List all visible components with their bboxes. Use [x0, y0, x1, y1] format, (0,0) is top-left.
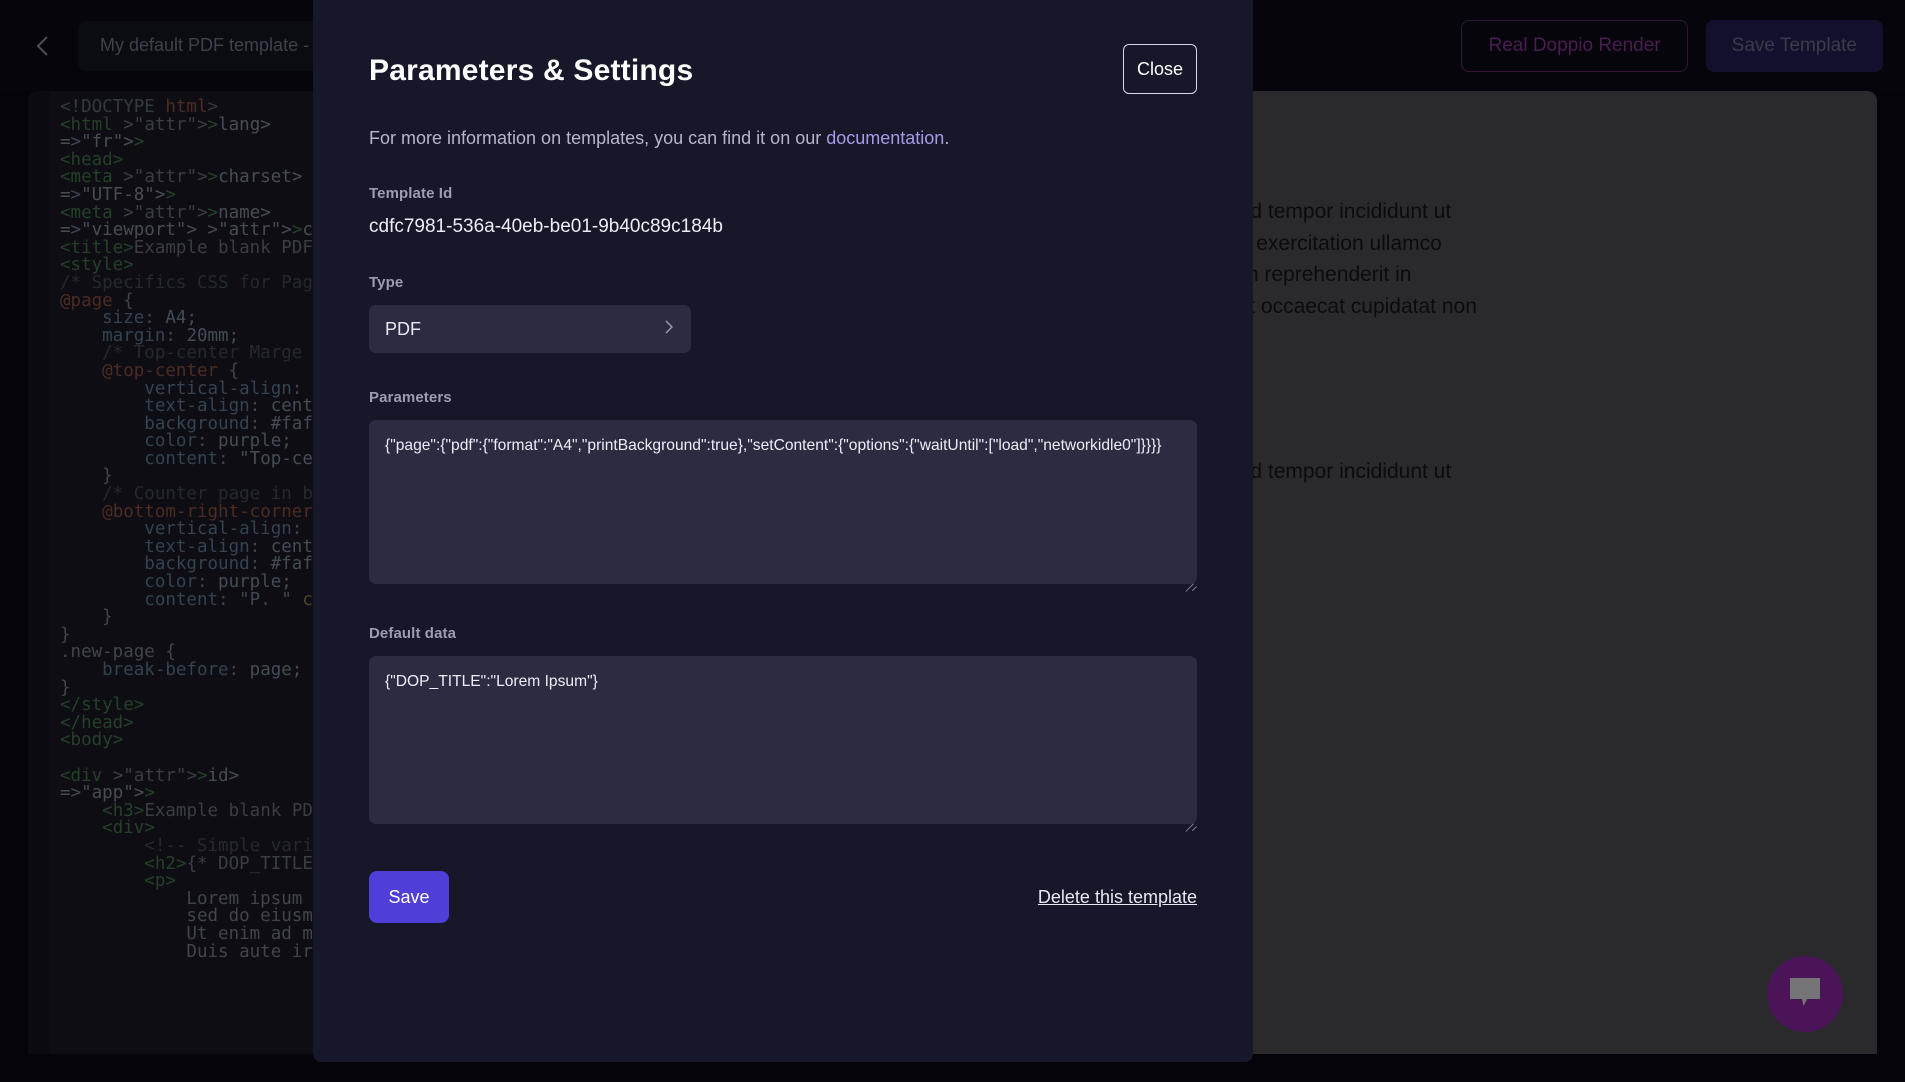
type-select[interactable]: PDF	[369, 305, 691, 353]
default-data-label: Default data	[369, 625, 457, 642]
modal-header: Parameters & Settings Close	[369, 0, 1197, 94]
parameters-label: Parameters	[369, 389, 452, 406]
intro-suffix: .	[944, 128, 950, 148]
documentation-link[interactable]: documentation	[826, 128, 944, 148]
intro-prefix: For more information on templates, you c…	[369, 128, 827, 148]
type-select-value: PDF	[385, 318, 421, 339]
chevron-right-icon	[663, 318, 675, 341]
parameters-settings-modal: Parameters & Settings Close For more inf…	[313, 0, 1253, 1062]
template-id-label: Template Id	[369, 185, 453, 202]
modal-intro-text: For more information on templates, you c…	[369, 128, 1197, 149]
modal-footer: Save Delete this template	[369, 871, 1197, 923]
delete-template-link[interactable]: Delete this template	[1038, 887, 1197, 908]
template-id-value: cdfc7981-536a-40eb-be01-9b40c89c184b	[369, 216, 723, 237]
close-button[interactable]: Close	[1123, 44, 1197, 94]
app-root: My default PDF template - 11/21/202 Real…	[0, 0, 1905, 1082]
save-button[interactable]: Save	[369, 871, 449, 923]
modal-title: Parameters & Settings	[369, 54, 694, 87]
type-label: Type	[369, 274, 404, 291]
parameters-textarea[interactable]	[369, 420, 1197, 584]
default-data-textarea[interactable]	[369, 656, 1197, 824]
